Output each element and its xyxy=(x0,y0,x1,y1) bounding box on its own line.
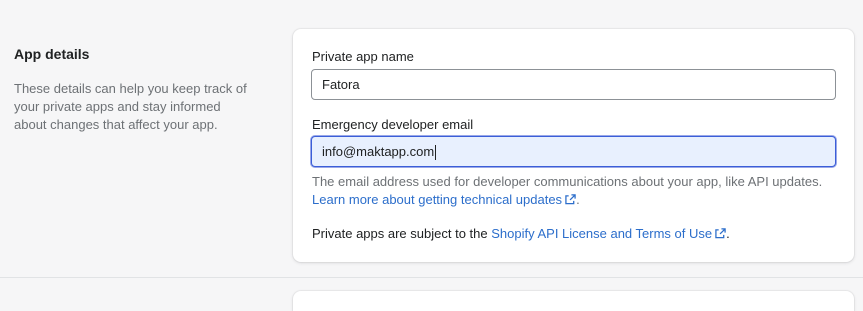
terms-link-label: Shopify API License and Terms of Use xyxy=(491,226,713,241)
notice-text: Private apps are subject to the xyxy=(312,226,488,241)
app-name-input[interactable]: Fatora xyxy=(311,69,836,100)
app-details-card: Private app name Fatora Emergency develo… xyxy=(293,29,854,262)
help-text: The email address used for developer com… xyxy=(312,174,823,189)
notice-end: . xyxy=(726,226,730,241)
next-card xyxy=(293,291,854,311)
text-caret xyxy=(435,145,437,161)
app-name-label: Private app name xyxy=(312,49,414,64)
terms-link[interactable]: Shopify API License and Terms of Use xyxy=(491,226,726,241)
section-description: These details can help you keep track of… xyxy=(14,81,247,132)
email-value: info@maktapp.com xyxy=(322,144,435,159)
learn-more-label: Learn more about getting technical updat… xyxy=(312,192,563,207)
email-input[interactable]: info@maktapp.com xyxy=(311,136,836,167)
email-help-text: The email address used for developer com… xyxy=(312,173,842,209)
section-title: App details xyxy=(14,46,90,62)
external-link-icon xyxy=(715,228,726,239)
help-end: . xyxy=(576,192,580,207)
section-divider xyxy=(0,277,863,278)
app-name-value: Fatora xyxy=(322,77,360,92)
learn-more-link[interactable]: Learn more about getting technical updat… xyxy=(312,192,576,207)
terms-notice: Private apps are subject to the Shopify … xyxy=(312,226,730,241)
email-label: Emergency developer email xyxy=(312,117,474,132)
external-link-icon xyxy=(565,194,576,205)
